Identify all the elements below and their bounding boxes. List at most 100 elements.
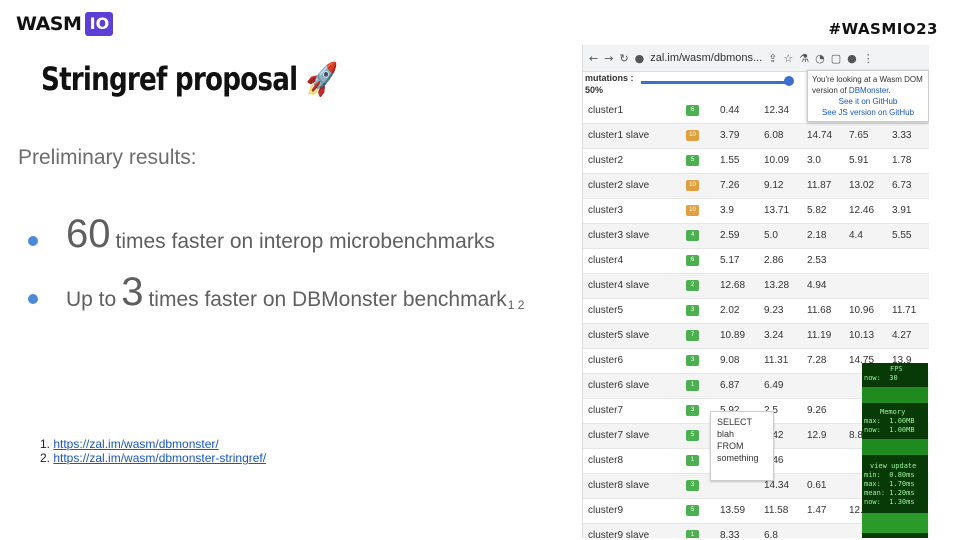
- js-version-link[interactable]: See JS version on GitHub: [822, 108, 914, 117]
- query-popover: SELECT blah FROM something: [710, 411, 774, 481]
- reload-icon[interactable]: ↻: [619, 52, 628, 65]
- slide-subtitle: Preliminary results:: [18, 146, 197, 169]
- query-time-cell: 6.73: [892, 180, 912, 191]
- share-icon[interactable]: ⇪: [768, 52, 777, 65]
- query-time-cell: 2.86: [764, 255, 784, 266]
- footnote-link[interactable]: https://zal.im/wasm/dbmonster/: [53, 437, 218, 451]
- bullet-item: Up to 3 times faster on DBMonster benchm…: [28, 254, 524, 312]
- bullet-big-number: 3: [121, 270, 144, 314]
- query-time-cell: 3.24: [764, 330, 784, 341]
- query-time-cell: 0.44: [720, 105, 740, 116]
- query-time-cell: 5.82: [807, 205, 827, 216]
- url-text[interactable]: zal.im/wasm/dbmons...: [650, 52, 762, 64]
- query-count-badge: 3: [686, 405, 699, 416]
- query-time-cell: 1.78: [892, 155, 912, 166]
- profile-icon[interactable]: ●: [847, 52, 857, 65]
- table-row: cluster1 slave 10 3.79 6.08 14.74 7.65 3.33: [583, 124, 929, 149]
- query-line: something: [717, 453, 759, 463]
- query-time-cell: 5.55: [892, 230, 912, 241]
- query-time-cell: 13.71: [764, 205, 790, 216]
- view-mean: mean: 1.20ms: [864, 489, 915, 497]
- back-arrow-icon[interactable]: ←: [589, 52, 598, 65]
- table-row: cluster4 6 5.17 2.86 2.53: [583, 249, 929, 274]
- query-time-cell: 6.8: [764, 530, 778, 538]
- query-time-cell: 9.23: [764, 305, 784, 316]
- view-update-title: view update: [870, 462, 917, 470]
- query-time-cell: 12.34: [764, 105, 790, 116]
- star-icon[interactable]: ☆: [783, 52, 793, 65]
- query-time-cell: 13.28: [764, 280, 790, 291]
- query-time-cell: 1.47: [807, 505, 827, 516]
- cluster-name: cluster6: [588, 355, 624, 366]
- query-time-cell: 9.26: [807, 405, 827, 416]
- query-time-cell: 4.27: [892, 330, 912, 341]
- view-update-graph: [862, 513, 928, 533]
- cluster-name: cluster1: [588, 105, 624, 116]
- query-time-cell: 6.49: [764, 380, 784, 391]
- query-time-cell: 10.89: [720, 330, 746, 341]
- dbmonster-link[interactable]: DBMonster: [849, 86, 889, 95]
- query-line: blah: [717, 429, 735, 439]
- query-time-cell: 2.53: [807, 255, 827, 266]
- mutations-value: 50%: [585, 85, 604, 95]
- query-time-cell: 3.9: [720, 205, 734, 216]
- bullet-text: times faster on DBMonster benchmark: [148, 288, 507, 311]
- query-time-cell: 3.91: [892, 205, 912, 216]
- bullet-big-number: 60: [66, 212, 111, 256]
- cluster-name: cluster9: [588, 505, 624, 516]
- popup-line2: version of DBMonster.: [812, 86, 891, 95]
- footnote-link[interactable]: https://zal.im/wasm/dbmonster-stringref/: [53, 451, 266, 465]
- cluster-name: cluster3 slave: [588, 230, 650, 241]
- browser-toolbar: ← → ↻ ● zal.im/wasm/dbmons... ⇪ ☆ ⚗ ◔ ▢ …: [583, 45, 929, 72]
- footnote-item: 1. https://zal.im/wasm/dbmonster/: [40, 437, 219, 451]
- query-count-badge: 10: [686, 180, 699, 191]
- query-time-cell: 14.34: [764, 480, 790, 491]
- cluster-name: cluster7 slave: [588, 430, 650, 441]
- github-link[interactable]: See it on GitHub: [839, 97, 898, 106]
- query-count-badge: 4: [686, 230, 699, 241]
- bullet-dot-icon: [28, 236, 38, 246]
- cluster-name: cluster4: [588, 255, 624, 266]
- view-max: max: 1.70ms: [864, 480, 915, 488]
- mutations-slider-track[interactable]: [641, 81, 789, 84]
- mutations-label-text: mutations :: [585, 73, 634, 83]
- query-count-badge: 1: [686, 530, 699, 538]
- menu-icon[interactable]: ⋮: [863, 52, 874, 65]
- footnote-list: 1. https://zal.im/wasm/dbmonster/ 2. htt…: [40, 437, 266, 465]
- query-count-badge: 10: [686, 205, 699, 216]
- mutations-label: mutations : 50%: [585, 72, 634, 96]
- table-row: cluster5 3 2.02 9.23 11.68 10.96 11.71: [583, 299, 929, 324]
- table-row: cluster3 slave 4 2.59 5.0 2.18 4.4 5.55: [583, 224, 929, 249]
- extension-icon[interactable]: ⚗: [799, 52, 809, 65]
- cluster-name: cluster3: [588, 205, 624, 216]
- fps-graph: [862, 387, 928, 403]
- table-row: cluster5 slave 7 10.89 3.24 11.19 10.13 4.27: [583, 324, 929, 349]
- forward-arrow-icon[interactable]: →: [604, 52, 613, 65]
- query-count-badge: 10: [686, 130, 699, 141]
- bullet-dot-icon: [28, 294, 38, 304]
- slide-title: Stringref proposal 🚀: [41, 60, 338, 98]
- cluster-name: cluster5: [588, 305, 624, 316]
- event-hashtag: #WASMIO23: [828, 20, 938, 38]
- mutations-slider-knob[interactable]: [784, 76, 794, 86]
- perf-monitor: FPS now: 30 Memory max: 1.00MB now: 1.00…: [862, 363, 928, 538]
- query-count-badge: 5: [686, 430, 699, 441]
- query-count-badge: 5: [686, 505, 699, 516]
- slide-title-text: Stringref proposal: [41, 60, 298, 98]
- cluster-name: cluster8 slave: [588, 480, 650, 491]
- query-time-cell: 11.31: [764, 355, 789, 366]
- query-time-cell: 7.26: [720, 180, 740, 191]
- query-time-cell: 3.79: [720, 130, 740, 141]
- query-time-cell: 12.68: [720, 280, 746, 291]
- bullet-list: 60 times faster on interop microbenchmar…: [28, 196, 524, 312]
- query-time-cell: 7.28: [807, 355, 827, 366]
- query-time-cell: 10.96: [849, 305, 875, 316]
- puzzle-icon[interactable]: ◔: [815, 52, 825, 65]
- info-popup: You're looking at a Wasm DOM version of …: [807, 70, 929, 122]
- sidebar-icon[interactable]: ▢: [831, 52, 841, 65]
- query-time-cell: 4.94: [807, 280, 827, 291]
- query-count-badge: 7: [686, 330, 699, 341]
- query-time-cell: 11.71: [892, 305, 917, 316]
- cluster-name: cluster5 slave: [588, 330, 650, 341]
- table-row: cluster4 slave 2 12.68 13.28 4.94: [583, 274, 929, 299]
